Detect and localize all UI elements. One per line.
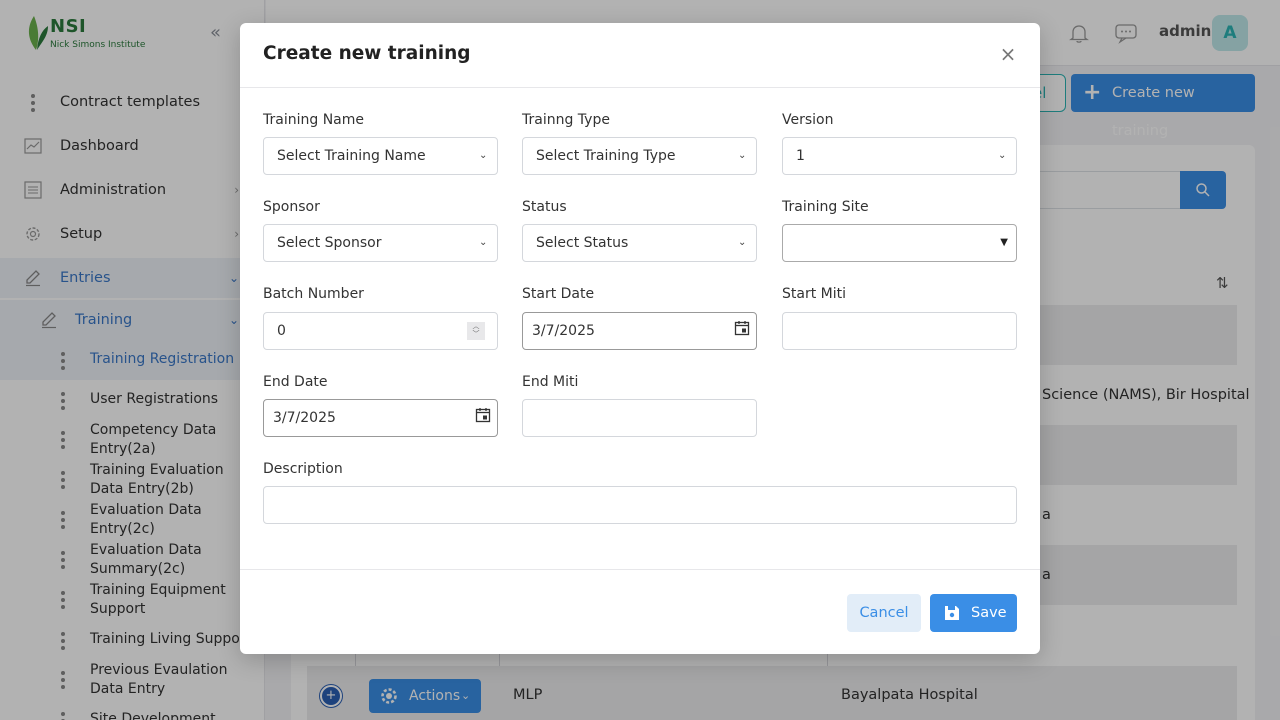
modal-header: Create new training × [240,23,1040,88]
end-miti-input[interactable] [522,399,757,437]
training-type-select[interactable]: Select Training Type ⌄ [522,137,757,175]
chevron-down-icon: ⌄ [479,237,488,248]
close-icon[interactable]: × [998,43,1018,65]
status-select[interactable]: Select Status ⌄ [522,224,757,262]
training-name-label: Training Name [263,112,364,128]
end-date-label: End Date [263,374,328,390]
end-date-input[interactable]: 3/7/2025 [263,399,498,437]
batch-number-value: 0 [277,323,286,339]
description-label: Description [263,461,343,477]
description-input[interactable] [263,486,1017,524]
training-type-value: Select Training Type [536,148,676,164]
modal-title: Create new training [263,43,471,64]
calendar-icon[interactable] [734,320,750,336]
create-training-modal: Create new training × Training Name Sele… [240,23,1040,654]
save-icon [945,606,959,620]
start-date-input[interactable]: 3/7/2025 [522,312,757,350]
calendar-icon[interactable] [475,407,491,423]
training-site-select[interactable]: ▼ [782,224,1017,262]
number-stepper-icon[interactable]: ︿ ﹀ [467,322,485,340]
save-button[interactable]: Save [930,594,1017,632]
status-value: Select Status [536,235,629,251]
start-date-value: 3/7/2025 [532,323,595,339]
end-miti-label: End Miti [522,374,579,390]
training-name-select[interactable]: Select Training Name ⌄ [263,137,498,175]
sponsor-select[interactable]: Select Sponsor ⌄ [263,224,498,262]
training-name-value: Select Training Name [277,148,426,164]
version-select[interactable]: 1 ⌄ [782,137,1017,175]
end-date-value: 3/7/2025 [273,410,336,426]
chevron-down-icon: ⌄ [738,237,747,248]
modal-footer-divider [240,569,1040,570]
start-date-label: Start Date [522,286,595,302]
status-label: Status [522,199,567,215]
training-type-label: Trainng Type [522,112,610,128]
training-site-label: Training Site [782,199,869,215]
chevron-down-icon: ⌄ [479,150,488,161]
sponsor-value: Select Sponsor [277,235,382,251]
start-miti-input[interactable] [782,312,1017,350]
caret-down-icon: ▼ [1000,237,1008,248]
chevron-down-icon: ⌄ [738,150,747,161]
save-label: Save [971,605,1007,621]
cancel-button[interactable]: Cancel [847,594,921,632]
batch-number-label: Batch Number [263,286,364,302]
sponsor-label: Sponsor [263,199,320,215]
version-label: Version [782,112,834,128]
version-value: 1 [796,148,805,164]
start-miti-label: Start Miti [782,286,846,302]
chevron-down-icon: ⌄ [998,150,1007,161]
batch-number-input[interactable]: 0 ︿ ﹀ [263,312,498,350]
